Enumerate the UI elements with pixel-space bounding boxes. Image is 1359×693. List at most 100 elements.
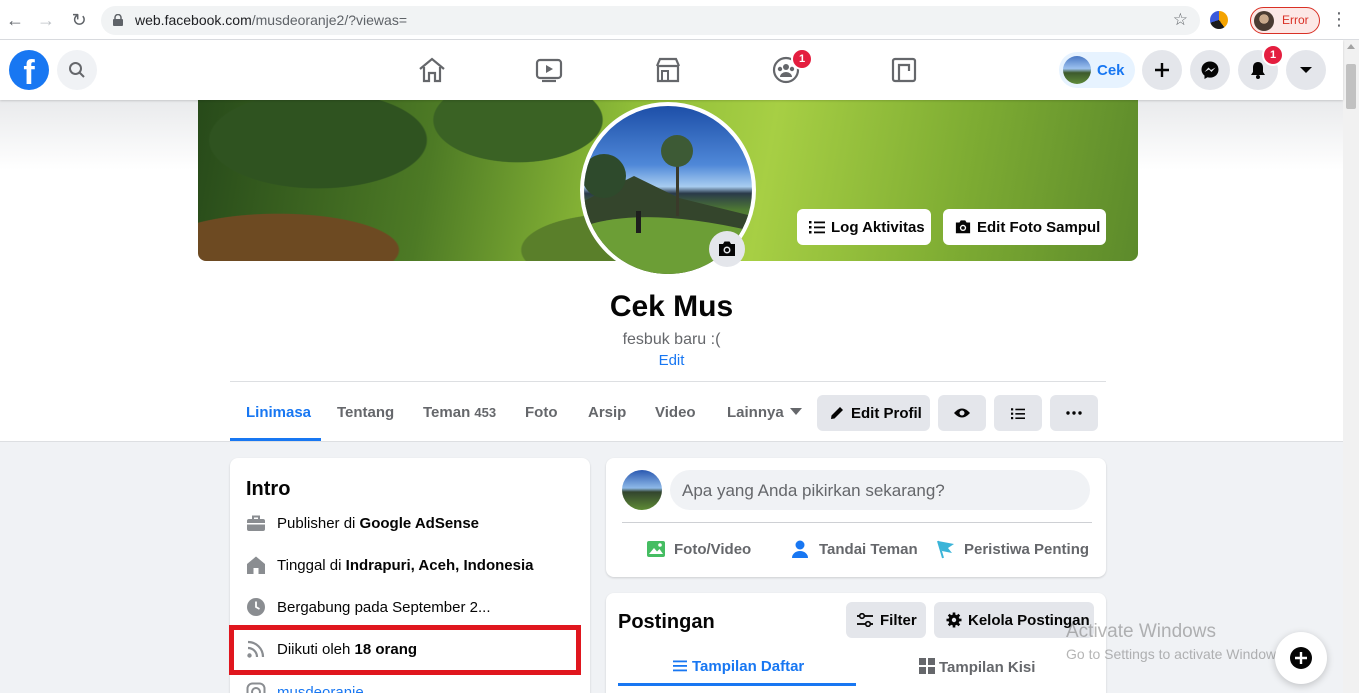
house-icon <box>247 556 265 574</box>
active-tab-indicator <box>230 438 321 441</box>
url-text: web.facebook.com/musdeoranje2/?viewas= <box>135 12 407 28</box>
edit-profile-label: Edit Profil <box>851 405 922 422</box>
composer-placeholder: Apa yang Anda pikirkan sekarang? <box>682 481 945 500</box>
intro-lives-text: Tinggal di Indrapuri, Aceh, Indonesia <box>277 557 534 574</box>
intro-work-text: Publisher di Google AdSense <box>277 515 480 532</box>
search-icon <box>69 62 85 78</box>
chevron-down-icon <box>1300 67 1312 73</box>
tag-person-icon <box>792 540 808 558</box>
composer-divider <box>622 522 1092 523</box>
ellipsis-icon <box>1066 411 1082 415</box>
facebook-logo-icon[interactable]: f <box>9 50 49 90</box>
composer-avatar[interactable] <box>622 470 662 510</box>
filter-button[interactable]: Filter <box>846 602 926 638</box>
lock-icon <box>113 14 123 26</box>
view-as-button[interactable] <box>938 395 986 431</box>
bookmark-star-icon[interactable]: ☆ <box>1173 10 1188 30</box>
watch-icon[interactable] <box>533 54 565 86</box>
flag-icon <box>937 540 954 559</box>
eye-icon <box>954 408 970 418</box>
list-icon <box>673 660 687 672</box>
forward-arrow-icon[interactable]: → <box>35 9 57 31</box>
new-message-button[interactable] <box>1275 632 1327 684</box>
marketplace-icon[interactable] <box>652 54 684 86</box>
list-view-tab[interactable]: Tampilan Daftar <box>673 658 804 675</box>
camera-icon <box>719 241 735 256</box>
profile-shortcut[interactable]: Cek <box>1059 52 1135 88</box>
posts-title: Postingan <box>618 611 715 633</box>
scroll-up-arrow-icon[interactable] <box>1347 44 1355 49</box>
caret-down-icon <box>789 408 802 415</box>
browser-profile-avatar <box>1254 11 1274 31</box>
facebook-topbar: f 1 Cek 1 <box>0 40 1343 100</box>
browser-menu-icon[interactable]: ⋮ <box>1330 9 1348 30</box>
camera-icon <box>955 220 971 234</box>
edit-cover-label: Edit Foto Sampul <box>977 219 1101 236</box>
create-button[interactable] <box>1142 50 1182 90</box>
more-options-button[interactable] <box>1050 395 1098 431</box>
photo-icon <box>647 541 665 557</box>
tab-more[interactable]: Lainnya <box>727 404 802 421</box>
briefcase-icon <box>247 515 265 531</box>
list-icon <box>1011 408 1025 420</box>
grid-icon <box>919 658 935 674</box>
page-scrollbar[interactable] <box>1343 40 1359 693</box>
home-icon[interactable] <box>416 54 448 86</box>
sliders-icon <box>857 613 873 627</box>
profile-bio: fesbuk baru :( <box>622 331 721 348</box>
filter-label: Filter <box>880 612 917 629</box>
account-menu-button[interactable] <box>1286 50 1326 90</box>
tag-friends-label: Tandai Teman <box>819 541 918 558</box>
list-icon <box>809 221 825 234</box>
activity-log-label: Log Aktivitas <box>831 219 925 236</box>
tab-more-label: Lainnya <box>727 404 784 421</box>
edit-bio-link[interactable]: Edit <box>0 352 1343 369</box>
messenger-icon <box>1201 61 1219 79</box>
intro-instagram-link[interactable]: musdeoranje <box>277 684 364 693</box>
intro-title: Intro <box>246 478 291 500</box>
edit-profile-button[interactable]: Edit Profil <box>817 395 930 431</box>
gear-icon <box>946 612 962 628</box>
composer-input[interactable]: Apa yang Anda pikirkan sekarang? <box>670 470 1090 510</box>
reload-icon[interactable]: ↻ <box>68 9 90 31</box>
activity-list-button[interactable] <box>994 395 1042 431</box>
activity-log-button[interactable]: Log Aktivitas <box>797 209 931 245</box>
windows-watermark-title: Activate Windows <box>1066 621 1216 642</box>
notifications-badge: 1 <box>1262 44 1284 66</box>
grid-view-label: Tampilan Kisi <box>939 659 1036 676</box>
plus-icon <box>1155 63 1169 77</box>
tab-video[interactable]: Video <box>655 404 696 421</box>
compose-plus-icon <box>1290 647 1312 669</box>
annotation-highlight-box <box>229 625 581 675</box>
tab-photos[interactable]: Foto <box>525 404 557 421</box>
browser-toolbar: ← → ↻ web.facebook.com/musdeoranje2/?vie… <box>0 0 1359 40</box>
tab-timeline[interactable]: Linimasa <box>246 404 311 421</box>
address-bar[interactable]: web.facebook.com/musdeoranje2/?viewas= ☆ <box>101 6 1200 35</box>
clock-icon <box>247 598 265 616</box>
extension-icon[interactable] <box>1210 11 1228 29</box>
life-event-label: Peristiwa Penting <box>964 541 1090 558</box>
groups-badge: 1 <box>791 48 813 70</box>
tab-friends[interactable]: Teman 453 <box>423 404 496 421</box>
tab-archive[interactable]: Arsip <box>588 404 626 421</box>
back-arrow-icon[interactable]: ← <box>4 9 26 31</box>
profile-name: Cek Mus <box>609 290 734 323</box>
intro-joined-text: Bergabung pada September 2... <box>277 599 491 616</box>
grid-view-tab[interactable]: Tampilan Kisi <box>919 658 1035 676</box>
scrollbar-thumb[interactable] <box>1346 64 1356 109</box>
photo-video-label: Foto/Video <box>674 541 752 558</box>
search-button[interactable] <box>57 50 97 90</box>
messenger-button[interactable] <box>1190 50 1230 90</box>
user-avatar <box>1063 56 1091 84</box>
profile-error-button[interactable]: Error <box>1250 7 1320 34</box>
gaming-icon[interactable] <box>888 54 920 86</box>
user-chip-name: Cek <box>1097 62 1125 79</box>
windows-watermark-subtitle: Go to Settings to activate Windows. <box>1066 646 1287 662</box>
instagram-icon <box>246 682 266 693</box>
edit-cover-photo-button[interactable]: Edit Foto Sampul <box>943 209 1106 245</box>
friends-count: 453 <box>474 405 497 420</box>
tab-friends-label: Teman <box>423 404 471 421</box>
list-view-label: Tampilan Daftar <box>692 658 805 675</box>
change-profile-picture-button[interactable] <box>709 231 745 267</box>
tab-about[interactable]: Tentang <box>337 404 394 421</box>
